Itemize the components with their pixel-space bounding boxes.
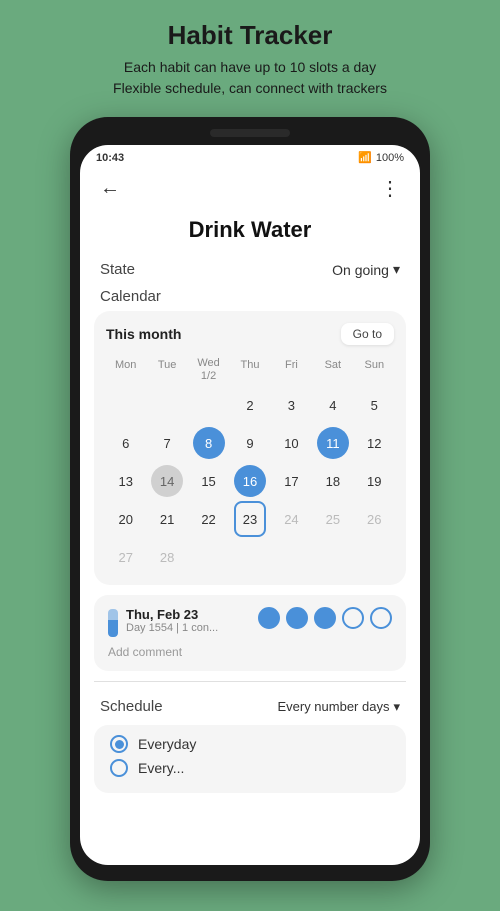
- cal-header-tue: Tue: [147, 355, 186, 385]
- schedule-option-every-n[interactable]: Every...: [110, 759, 390, 777]
- dot-1[interactable]: [258, 607, 280, 629]
- cal-cell-21[interactable]: 21: [147, 501, 186, 537]
- more-button[interactable]: ⋮: [376, 172, 404, 205]
- dot-3[interactable]: [314, 607, 336, 629]
- cal-cell-empty3: [189, 387, 228, 423]
- day-detail-sub: Day 1554 | 1 con...: [126, 622, 218, 634]
- cal-cell-25[interactable]: 25: [313, 501, 352, 537]
- cal-cell-20[interactable]: 20: [106, 501, 145, 537]
- cal-empty-r5-5: [355, 539, 394, 575]
- goto-button[interactable]: Go to: [341, 323, 394, 345]
- day-detail-date: Thu, Feb 23: [126, 607, 218, 622]
- calendar-card: This month Go to Mon Tue Wed1/2 Thu Fri …: [94, 311, 406, 585]
- cal-cell-empty1: [106, 387, 145, 423]
- state-label: State: [100, 261, 135, 278]
- cal-cell-8[interactable]: 8: [189, 425, 228, 461]
- cal-cell-17[interactable]: 17: [272, 463, 311, 499]
- phone-screen: 10:43 📶 100% ← ⋮ Drink Water State On go…: [80, 145, 420, 865]
- cal-header-fri: Fri: [272, 355, 311, 385]
- cal-header-wed: Wed1/2: [189, 355, 228, 385]
- status-time: 10:43: [96, 152, 124, 164]
- day-detail-left: Thu, Feb 23 Day 1554 | 1 con...: [108, 607, 218, 637]
- cal-header-mon: Mon: [106, 355, 145, 385]
- calendar-grid: Mon Tue Wed1/2 Thu Fri Sat Sun 2 3 4 5 6…: [106, 355, 394, 575]
- cal-header-thu: Thu: [230, 355, 269, 385]
- cal-cell-7[interactable]: 7: [147, 425, 186, 461]
- schedule-chevron-icon: ▾: [393, 699, 400, 715]
- cal-cell-2[interactable]: 2: [230, 387, 269, 423]
- day-detail-info: Thu, Feb 23 Day 1554 | 1 con...: [126, 607, 218, 634]
- phone-frame: 10:43 📶 100% ← ⋮ Drink Water State On go…: [70, 117, 430, 881]
- cal-cell-18[interactable]: 18: [313, 463, 352, 499]
- schedule-dropdown[interactable]: Every number days ▾: [277, 699, 400, 715]
- signal-icon: 📶: [358, 151, 372, 164]
- battery-label: 100%: [376, 152, 404, 164]
- cal-cell-6[interactable]: 6: [106, 425, 145, 461]
- page-subtitle: Each habit can have up to 10 slots a day…: [113, 57, 387, 99]
- cal-cell-3[interactable]: 3: [272, 387, 311, 423]
- calendar-label: Calendar: [80, 286, 420, 311]
- radio-every-n-label: Every...: [138, 760, 184, 776]
- back-button[interactable]: ←: [96, 173, 124, 204]
- dot-row: [258, 607, 392, 629]
- cal-empty-r5-2: [230, 539, 269, 575]
- cal-header-sun: Sun: [355, 355, 394, 385]
- cal-empty-r5-1: [189, 539, 228, 575]
- day-detail: Thu, Feb 23 Day 1554 | 1 con... Add comm…: [94, 595, 406, 671]
- add-comment-button[interactable]: Add comment: [108, 645, 392, 659]
- schedule-label: Schedule: [100, 698, 163, 715]
- cal-empty-r5-4: [313, 539, 352, 575]
- schedule-option-everyday[interactable]: Everyday: [110, 735, 390, 753]
- status-right: 📶 100%: [358, 151, 404, 164]
- radio-everyday-label: Everyday: [138, 736, 196, 752]
- schedule-row: Schedule Every number days ▾: [80, 692, 420, 721]
- status-bar: 10:43 📶 100%: [80, 145, 420, 168]
- cal-cell-19[interactable]: 19: [355, 463, 394, 499]
- cal-header-sat: Sat: [313, 355, 352, 385]
- dot-2[interactable]: [286, 607, 308, 629]
- cal-cell-12[interactable]: 12: [355, 425, 394, 461]
- cal-cell-24[interactable]: 24: [272, 501, 311, 537]
- state-value: On going: [332, 262, 389, 278]
- cal-cell-5[interactable]: 5: [355, 387, 394, 423]
- cal-empty-r5-3: [272, 539, 311, 575]
- radio-everyday[interactable]: [110, 735, 128, 753]
- cal-cell-10[interactable]: 10: [272, 425, 311, 461]
- cal-cell-27[interactable]: 27: [106, 539, 145, 575]
- cal-cell-15[interactable]: 15: [189, 463, 228, 499]
- month-label: This month: [106, 326, 181, 342]
- cal-cell-14[interactable]: 14: [147, 463, 186, 499]
- cal-cell-empty2: [147, 387, 186, 423]
- day-detail-header: Thu, Feb 23 Day 1554 | 1 con...: [108, 607, 392, 637]
- cal-cell-28[interactable]: 28: [147, 539, 186, 575]
- state-row: State On going ▾: [80, 257, 420, 282]
- state-badge[interactable]: On going ▾: [332, 261, 400, 278]
- schedule-options: Everyday Every...: [94, 725, 406, 793]
- dot-4[interactable]: [342, 607, 364, 629]
- screen-title: Drink Water: [80, 213, 420, 257]
- section-divider: [94, 681, 406, 682]
- cal-cell-16[interactable]: 16: [230, 463, 269, 499]
- phone-notch: [210, 129, 290, 137]
- dot-5[interactable]: [370, 607, 392, 629]
- cal-cell-23[interactable]: 23: [230, 501, 269, 537]
- cal-cell-4[interactable]: 4: [313, 387, 352, 423]
- state-chevron-icon: ▾: [393, 261, 400, 278]
- cal-cell-11[interactable]: 11: [313, 425, 352, 461]
- radio-every-n[interactable]: [110, 759, 128, 777]
- cal-cell-13[interactable]: 13: [106, 463, 145, 499]
- schedule-value: Every number days: [277, 699, 389, 714]
- page-title: Habit Tracker: [168, 20, 333, 51]
- cal-cell-26[interactable]: 26: [355, 501, 394, 537]
- top-bar: ← ⋮: [80, 168, 420, 213]
- water-level-icon: [108, 609, 118, 637]
- cal-cell-22[interactable]: 22: [189, 501, 228, 537]
- calendar-header: This month Go to: [106, 323, 394, 345]
- cal-cell-9[interactable]: 9: [230, 425, 269, 461]
